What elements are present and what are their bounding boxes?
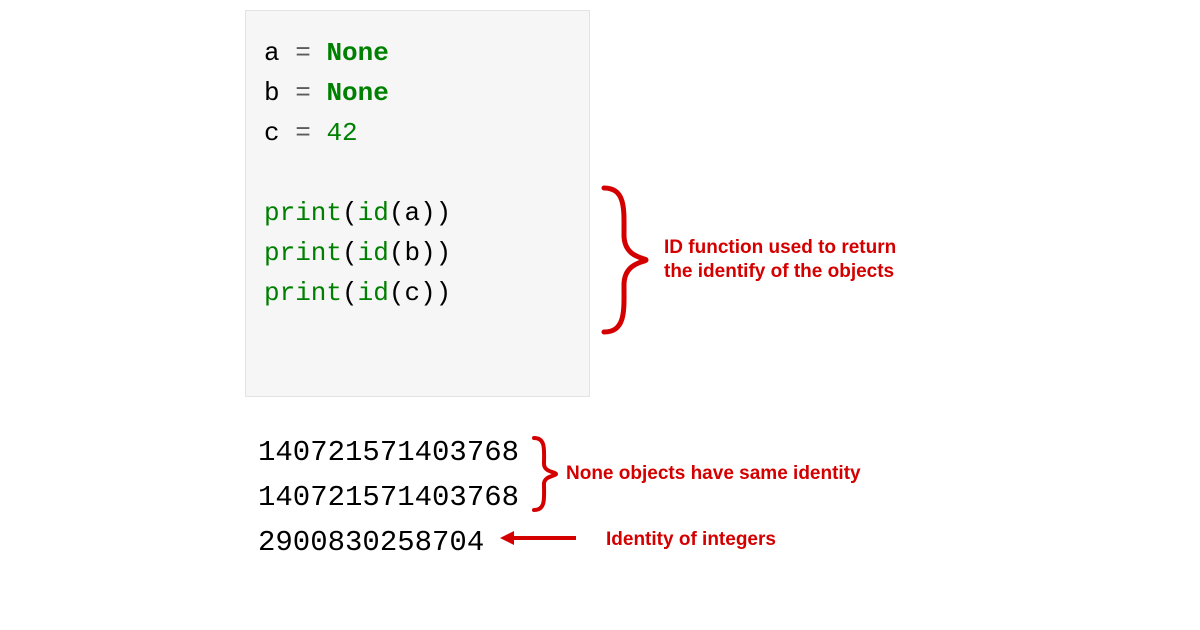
code-line-7: print(id(c))	[264, 273, 573, 313]
brace-icon	[596, 180, 656, 340]
code-line-2: b = None	[264, 73, 573, 113]
code-line-6: print(id(b))	[264, 233, 573, 273]
fn-print: print	[264, 278, 342, 308]
annotation-id-fn: ID function used to return the identify …	[664, 236, 896, 284]
code-blank	[264, 153, 573, 193]
annotation-none-same: None objects have same identity	[566, 462, 861, 486]
fn-print: print	[264, 238, 342, 268]
output-line-2: 140721571403768	[258, 475, 519, 520]
fn-id: id	[358, 198, 389, 228]
op-eq: =	[295, 118, 311, 148]
var-b: b	[264, 78, 280, 108]
fn-print: print	[264, 198, 342, 228]
brace-small-icon	[528, 432, 562, 516]
kw-none: None	[326, 78, 388, 108]
num-42: 42	[326, 118, 357, 148]
code-line-3: c = 42	[264, 113, 573, 153]
arrow-left-icon	[498, 528, 578, 548]
arg-b: b	[404, 238, 420, 268]
output-line-1: 140721571403768	[258, 430, 519, 475]
diagram-stage: a = None b = None c = 42 print(id(a)) pr…	[0, 0, 1200, 630]
var-c: c	[264, 118, 280, 148]
code-block: a = None b = None c = 42 print(id(a)) pr…	[245, 10, 590, 397]
output-block: 140721571403768 140721571403768 29008302…	[258, 430, 519, 565]
op-eq: =	[295, 78, 311, 108]
kw-none: None	[326, 38, 388, 68]
var-a: a	[264, 38, 280, 68]
fn-id: id	[358, 278, 389, 308]
op-eq: =	[295, 38, 311, 68]
arg-a: a	[404, 198, 420, 228]
output-line-3: 2900830258704	[258, 520, 519, 565]
code-line-1: a = None	[264, 33, 573, 73]
arg-c: c	[404, 278, 420, 308]
fn-id: id	[358, 238, 389, 268]
code-line-5: print(id(a))	[264, 193, 573, 233]
annotation-int-identity: Identity of integers	[606, 528, 776, 552]
